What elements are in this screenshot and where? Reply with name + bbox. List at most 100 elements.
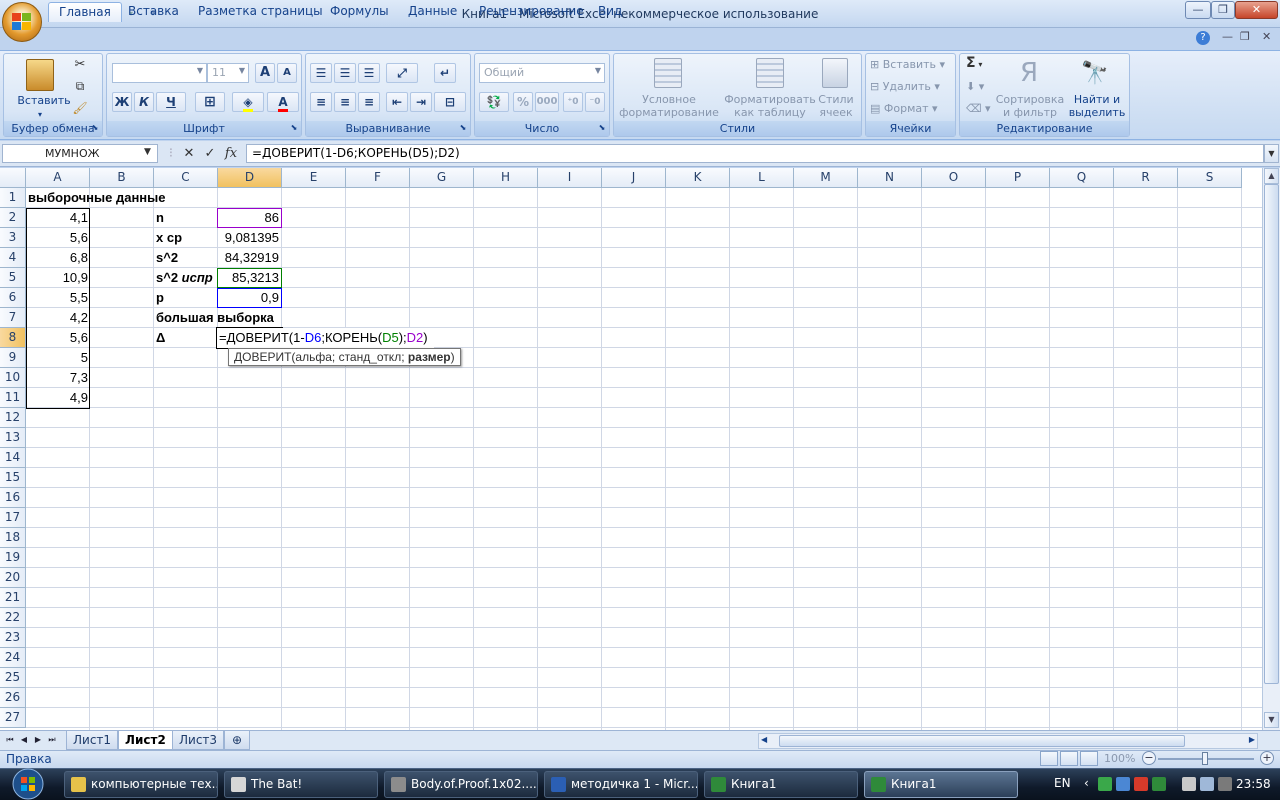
clock[interactable]: 23:58 xyxy=(1236,777,1271,791)
row-header-18[interactable]: 18 xyxy=(0,528,26,548)
tab-insert[interactable]: Вставка xyxy=(118,2,189,22)
row-header-3[interactable]: 3 xyxy=(0,228,26,248)
function-tooltip[interactable]: ДОВЕРИТ(альфа; станд_откл; размер) xyxy=(228,348,461,366)
taskbar-item-6[interactable]: Книга1 xyxy=(864,771,1018,798)
tray-volume-icon[interactable] xyxy=(1200,777,1214,791)
taskbar-item-3[interactable]: Body.of.Proof.1x02.... xyxy=(384,771,538,798)
cell-c3[interactable]: x ср xyxy=(154,228,184,248)
column-header-l[interactable]: L xyxy=(730,168,794,188)
formula-input[interactable]: =ДОВЕРИТ(1-D6;КОРЕНЬ(D5);D2) xyxy=(246,144,1264,163)
row-header-1[interactable]: 1 xyxy=(0,188,26,208)
row-header-8[interactable]: 8 xyxy=(0,328,26,348)
decrease-indent-icon[interactable]: ⇤ xyxy=(386,92,408,112)
zoom-level[interactable]: 100% xyxy=(1104,752,1135,765)
column-header-q[interactable]: Q xyxy=(1050,168,1114,188)
format-as-table-line1[interactable]: Форматировать xyxy=(720,93,820,106)
column-header-r[interactable]: R xyxy=(1114,168,1178,188)
row-header-19[interactable]: 19 xyxy=(0,548,26,568)
vertical-scrollbar[interactable]: ▲ ▼ xyxy=(1262,168,1280,730)
cell-a6[interactable]: 5,5 xyxy=(26,288,90,308)
row-header-10[interactable]: 10 xyxy=(0,368,26,388)
align-center-icon[interactable]: ≡ xyxy=(334,92,356,112)
page-layout-view-icon[interactable] xyxy=(1060,751,1078,766)
increase-decimal-icon[interactable]: ⁺0 xyxy=(563,92,583,112)
align-top-icon[interactable]: ☰ xyxy=(310,63,332,83)
taskbar-item-5[interactable]: Книга1 xyxy=(704,771,858,798)
last-sheet-icon[interactable]: ⏭ xyxy=(46,734,58,746)
number-launcher-icon[interactable]: ⬊ xyxy=(597,121,607,134)
vertical-scroll-thumb[interactable] xyxy=(1264,184,1279,684)
row-header-25[interactable]: 25 xyxy=(0,668,26,688)
taskbar-item-4[interactable]: методичка 1 - Micr... xyxy=(544,771,698,798)
cell-a1[interactable]: выборочные данные xyxy=(26,188,167,208)
thousands-button[interactable]: 000 xyxy=(535,92,559,112)
row-header-21[interactable]: 21 xyxy=(0,588,26,608)
underline-button[interactable]: Ч xyxy=(156,92,186,112)
row-header-26[interactable]: 26 xyxy=(0,688,26,708)
office-button[interactable] xyxy=(2,2,42,42)
sort-filter-line1[interactable]: Сортировка xyxy=(994,93,1066,106)
expand-formula-bar-icon[interactable]: ▼ xyxy=(1264,144,1279,163)
align-right-icon[interactable]: ≡ xyxy=(358,92,380,112)
decrease-decimal-icon[interactable]: ⁻0 xyxy=(585,92,605,112)
tray-expand-icon[interactable]: ‹ xyxy=(1084,776,1089,790)
tab-data[interactable]: Данные xyxy=(398,2,467,22)
taskbar-item-2[interactable]: The Bat! xyxy=(224,771,378,798)
row-header-16[interactable]: 16 xyxy=(0,488,26,508)
find-select-line1[interactable]: Найти и xyxy=(1066,93,1128,106)
enter-icon[interactable]: ✓ xyxy=(201,144,219,163)
cell-c2[interactable]: n xyxy=(154,208,166,228)
insert-function-icon[interactable]: fx xyxy=(222,144,240,163)
cell-d6[interactable]: 0,9 xyxy=(218,288,281,308)
row-header-24[interactable]: 24 xyxy=(0,648,26,668)
percent-button[interactable]: % xyxy=(513,92,533,112)
italic-button[interactable]: К xyxy=(134,92,154,112)
select-all-corner[interactable] xyxy=(0,168,26,188)
cell-a7[interactable]: 4,2 xyxy=(26,308,90,328)
cell-c6[interactable]: p xyxy=(154,288,166,308)
align-left-icon[interactable]: ≡ xyxy=(310,92,332,112)
zoom-out-icon[interactable]: − xyxy=(1142,751,1156,765)
cell-d5[interactable]: 85,3213 xyxy=(218,268,281,288)
tab-view[interactable]: Вид xyxy=(588,2,632,22)
help-icon[interactable]: ? xyxy=(1196,31,1210,45)
taskbar-item-1[interactable]: компьютерные тех... xyxy=(64,771,218,798)
currency-icon[interactable]: 💱 xyxy=(479,92,509,112)
orientation-icon[interactable]: ⤢ xyxy=(386,63,418,83)
tab-review[interactable]: Рецензирование xyxy=(469,2,594,22)
tray-app-icon[interactable] xyxy=(1152,777,1166,791)
delete-cells-button[interactable]: ⊟ Удалить ▾ xyxy=(870,80,952,93)
tray-app-icon[interactable] xyxy=(1116,777,1130,791)
ribbon-minimize-icon[interactable]: — xyxy=(1222,30,1233,43)
horizontal-scrollbar[interactable]: ◀ ▶ xyxy=(758,733,1258,749)
row-header-4[interactable]: 4 xyxy=(0,248,26,268)
sheet-tab-3[interactable]: Лист3 xyxy=(172,731,225,750)
row-header-27[interactable]: 27 xyxy=(0,708,26,728)
font-size-dropdown-icon[interactable]: ▼ xyxy=(239,66,245,75)
tab-formulas[interactable]: Формулы xyxy=(320,2,399,22)
row-header-13[interactable]: 13 xyxy=(0,428,26,448)
row-header-15[interactable]: 15 xyxy=(0,468,26,488)
format-as-table-line2[interactable]: как таблицу xyxy=(720,106,820,119)
cancel-icon[interactable]: ✕ xyxy=(180,144,198,163)
merge-center-icon[interactable]: ⊟ xyxy=(434,92,466,112)
row-header-14[interactable]: 14 xyxy=(0,448,26,468)
conditional-format-line1[interactable]: Условное xyxy=(614,93,724,106)
column-header-i[interactable]: I xyxy=(538,168,602,188)
font-name-combo[interactable]: ▼ xyxy=(112,63,207,83)
increase-indent-icon[interactable]: ⇥ xyxy=(410,92,432,112)
paste-dropdown-icon[interactable]: ▾ xyxy=(34,108,46,121)
row-header-12[interactable]: 12 xyxy=(0,408,26,428)
borders-icon[interactable]: ⊞ xyxy=(195,92,225,112)
column-header-b[interactable]: B xyxy=(90,168,154,188)
prev-sheet-icon[interactable]: ◀ xyxy=(18,734,30,746)
row-header-17[interactable]: 17 xyxy=(0,508,26,528)
scroll-left-icon[interactable]: ◀ xyxy=(761,735,767,744)
column-header-n[interactable]: N xyxy=(858,168,922,188)
row-header-6[interactable]: 6 xyxy=(0,288,26,308)
zoom-slider-thumb[interactable] xyxy=(1202,752,1208,765)
column-header-p[interactable]: P xyxy=(986,168,1050,188)
insert-cells-button[interactable]: ⊞ Вставить ▾ xyxy=(870,58,952,71)
column-header-c[interactable]: C xyxy=(154,168,218,188)
clear-icon[interactable]: ⌫ ▾ xyxy=(966,102,994,115)
